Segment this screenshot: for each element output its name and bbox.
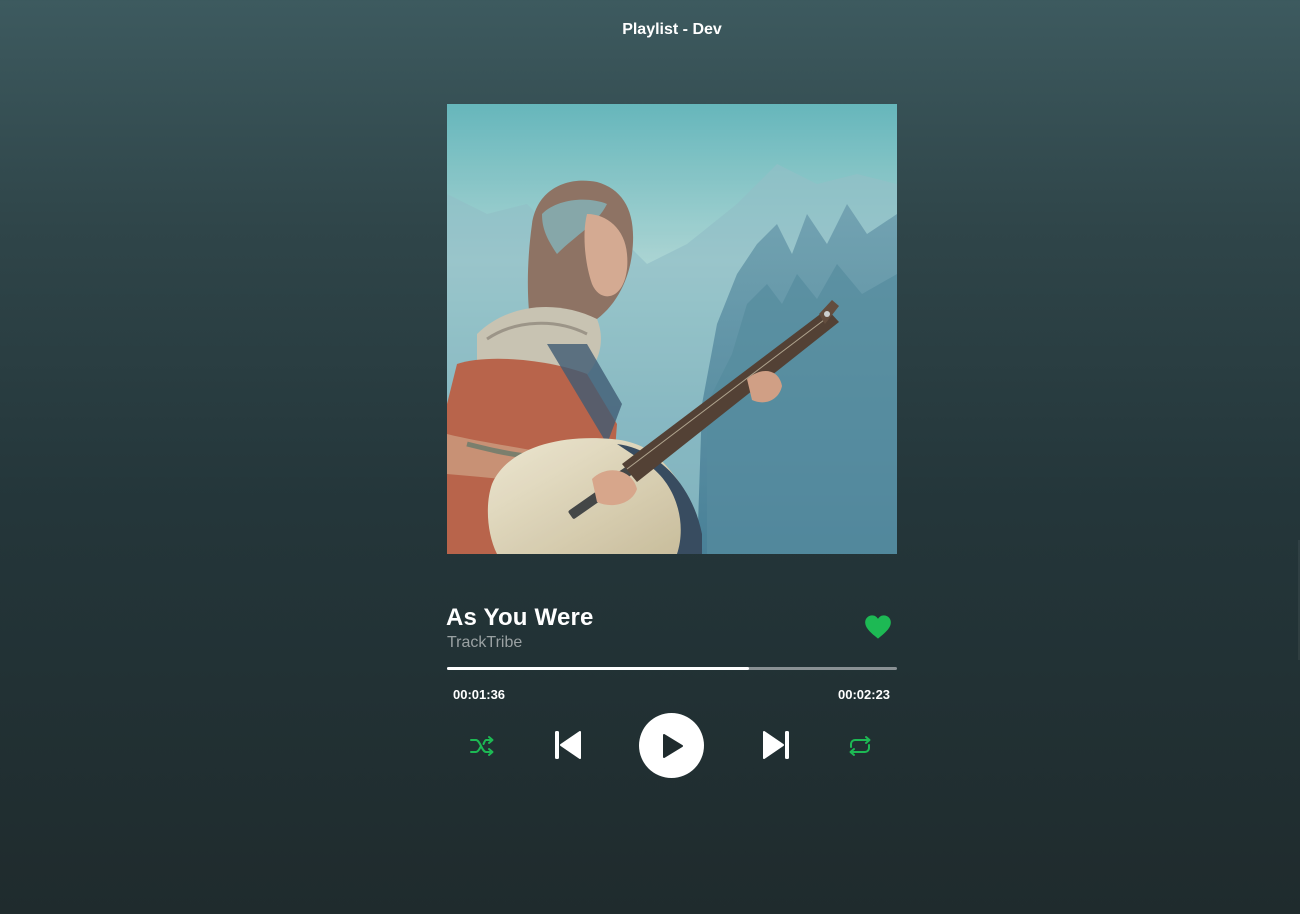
total-time: 00:02:23 (838, 687, 891, 702)
previous-button[interactable] (552, 728, 584, 762)
progress-bar[interactable] (447, 667, 897, 670)
play-icon (662, 733, 683, 758)
repeat-button[interactable] (845, 732, 875, 760)
skip-next-icon (763, 731, 789, 759)
shuffle-button[interactable] (467, 732, 497, 760)
current-time: 00:01:36 (453, 687, 506, 702)
play-button[interactable] (639, 713, 704, 778)
album-cover (447, 104, 897, 554)
shuffle-icon (470, 736, 494, 756)
skip-previous-icon (555, 731, 581, 759)
repeat-icon (849, 736, 871, 756)
track-artist[interactable]: TrackTribe (447, 634, 522, 652)
next-button[interactable] (760, 728, 792, 762)
like-button[interactable] (864, 614, 892, 640)
playlist-title: Playlist - Dev (622, 21, 722, 38)
album-art-image (447, 104, 897, 554)
track-title: As You Were (446, 604, 594, 631)
progress-fill (447, 667, 749, 670)
heart-icon (865, 615, 891, 639)
